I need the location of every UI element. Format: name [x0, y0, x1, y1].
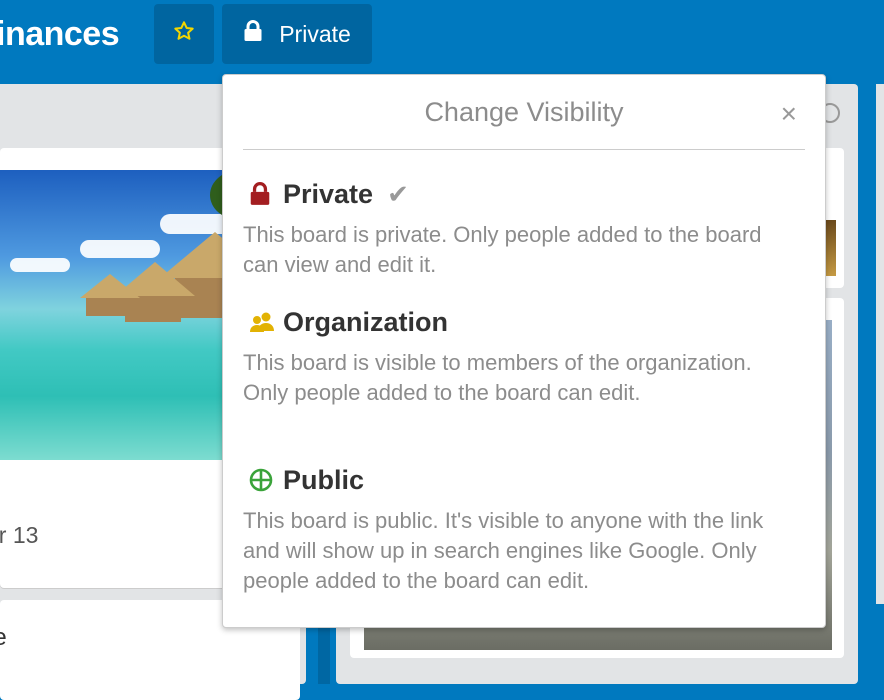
check-icon: ✔	[387, 178, 409, 209]
visibility-option-public[interactable]: Public This board is public. It's visibl…	[243, 462, 805, 596]
card-attachment-thumb	[826, 220, 836, 276]
visibility-button[interactable]: Private	[222, 4, 372, 64]
globe-icon	[249, 465, 283, 495]
board-title[interactable]: inances	[0, 12, 120, 56]
option-description: This board is private. Only people added…	[243, 222, 762, 277]
people-icon	[249, 307, 283, 337]
change-visibility-popover: Change Visibility × Private ✔ This board…	[222, 74, 826, 628]
popover-title: Change Visibility	[424, 97, 624, 127]
card-due-date: ar 13	[0, 522, 39, 548]
option-description: This board is visible to members of the …	[243, 350, 752, 405]
lock-icon	[249, 179, 283, 209]
list-column	[876, 84, 884, 604]
visibility-button-label: Private	[279, 20, 351, 47]
option-name: Private	[283, 178, 374, 209]
visibility-option-organization[interactable]: Organization This board is visible to me…	[243, 304, 805, 408]
option-description: This board is public. It's visible to an…	[243, 508, 764, 593]
option-name: Organization	[283, 306, 449, 337]
lock-icon	[243, 20, 263, 48]
card-title: le	[0, 624, 7, 651]
option-name: Public	[283, 464, 365, 495]
star-icon	[173, 20, 195, 48]
divider	[243, 149, 805, 150]
visibility-option-private[interactable]: Private ✔ This board is private. Only pe…	[243, 176, 805, 280]
close-icon[interactable]: ×	[781, 99, 797, 129]
star-button[interactable]	[154, 4, 214, 64]
